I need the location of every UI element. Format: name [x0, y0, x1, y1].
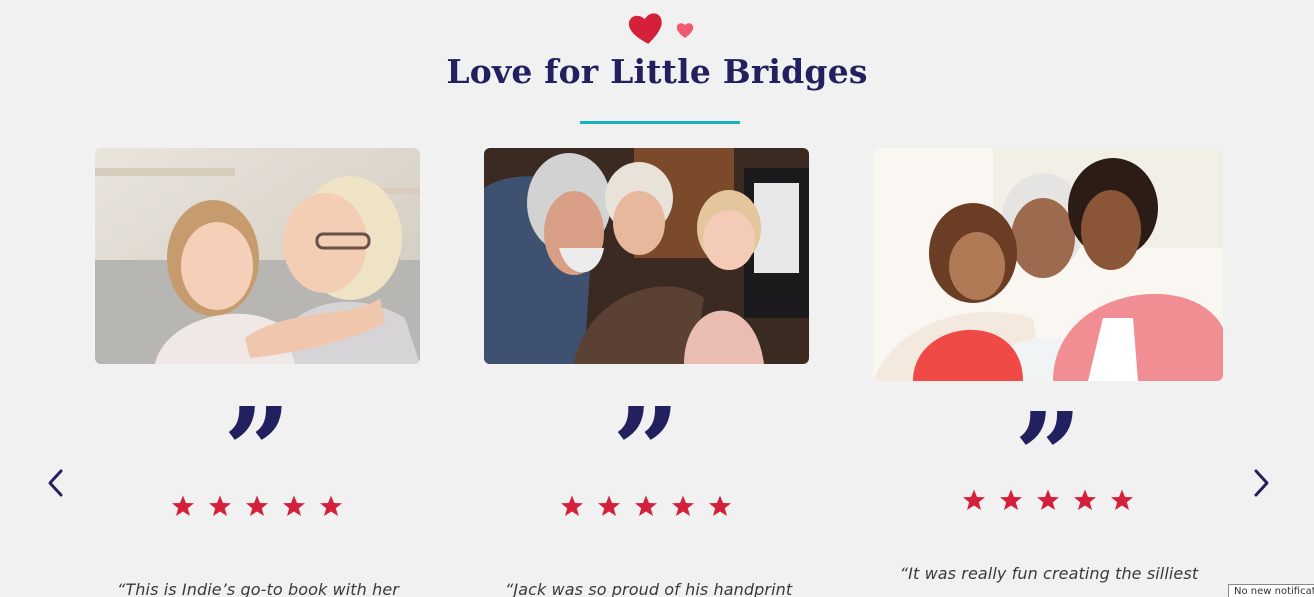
- notification-toast[interactable]: No new notifications: [1228, 584, 1314, 597]
- testimonial-text: “This is Indie’s go-to book with her: [117, 580, 399, 597]
- star-icon: [319, 494, 343, 518]
- quote-icon: ”: [612, 381, 680, 520]
- rating-stars: [962, 488, 1134, 512]
- star-icon: [999, 488, 1023, 512]
- star-icon: [634, 494, 658, 518]
- chevron-right-icon: [1254, 469, 1269, 497]
- hearts-icon: [626, 10, 698, 48]
- star-icon: [245, 494, 269, 518]
- star-icon: [282, 494, 306, 518]
- star-icon: [1110, 488, 1134, 512]
- carousel-prev-button[interactable]: [45, 468, 67, 498]
- carousel-next-button[interactable]: [1250, 468, 1272, 498]
- star-icon: [1073, 488, 1097, 512]
- title-underline: [580, 121, 740, 124]
- section-title: Love for Little Bridges: [446, 52, 868, 91]
- testimonial-text: “It was really fun creating the silliest: [899, 564, 1199, 583]
- star-icon: [171, 494, 195, 518]
- star-icon: [560, 494, 584, 518]
- star-icon: [671, 494, 695, 518]
- testimonial-photo: [873, 148, 1223, 381]
- testimonial-text: “Jack was so proud of his handprint: [505, 580, 793, 597]
- chevron-left-icon: [48, 469, 63, 497]
- testimonial-photo: [95, 148, 420, 364]
- star-icon: [708, 494, 732, 518]
- star-icon: [208, 494, 232, 518]
- star-icon: [597, 494, 621, 518]
- star-icon: [962, 488, 986, 512]
- rating-stars: [171, 494, 343, 518]
- quote-icon: ”: [223, 381, 291, 520]
- testimonial-photo: [484, 148, 809, 364]
- star-icon: [1036, 488, 1060, 512]
- rating-stars: [560, 494, 732, 518]
